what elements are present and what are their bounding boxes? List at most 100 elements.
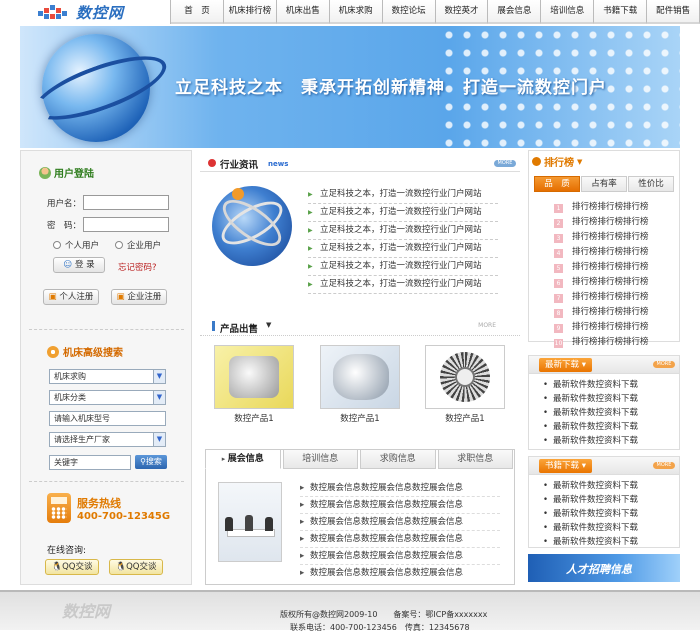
exhibition-item[interactable]: 数控展会信息数控展会信息数控展会信息 bbox=[300, 497, 500, 514]
ranking-tab-value[interactable]: 性价比 bbox=[628, 176, 674, 192]
login-button[interactable]: ☺ 登 录 bbox=[53, 257, 105, 273]
news-item[interactable]: 立足科技之本，打造一流数控行业门户网站 bbox=[308, 204, 498, 222]
model-input-placeholder: 请输入机床型号 bbox=[54, 414, 110, 423]
ranking-item[interactable]: 排行榜排行榜排行榜 bbox=[572, 215, 649, 230]
password-row: 密 码： bbox=[47, 217, 169, 232]
nav-exhibition[interactable]: 展会信息 bbox=[488, 0, 542, 24]
search-button[interactable]: ⚲搜索 bbox=[135, 455, 167, 469]
forgot-password-link[interactable]: 忘记密码? bbox=[118, 261, 157, 273]
nav-parts[interactable]: 配件销售 bbox=[647, 0, 700, 24]
product-caption[interactable]: 数控产品1 bbox=[425, 412, 505, 424]
ranking-item[interactable]: 排行榜排行榜排行榜 bbox=[572, 290, 649, 305]
ranking-item[interactable]: 排行榜排行榜排行榜 bbox=[572, 305, 649, 320]
register-icon: ▣ bbox=[48, 292, 57, 302]
ranking-item[interactable]: 排行榜排行榜排行榜 bbox=[572, 335, 649, 350]
username-row: 用户名： bbox=[47, 195, 169, 210]
nav-training[interactable]: 培训信息 bbox=[541, 0, 595, 24]
ranking-header: 排行榜 ▼ bbox=[532, 154, 582, 169]
logo-mark-icon bbox=[38, 2, 70, 22]
password-input[interactable] bbox=[83, 217, 169, 232]
download-item[interactable]: 最新软件数控资料下载 bbox=[543, 392, 638, 406]
hotline-number: 400-700-12345G bbox=[77, 511, 171, 522]
tab-jobs[interactable]: 求职信息 bbox=[437, 449, 513, 469]
product-image[interactable] bbox=[425, 345, 505, 409]
exhibition-item[interactable]: 数控展会信息数控展会信息数控展会信息 bbox=[300, 531, 500, 548]
products-more-link[interactable]: MORE bbox=[478, 322, 496, 329]
qq-chat-button-1[interactable]: 🐧QQ交谈 bbox=[45, 559, 99, 575]
book-item[interactable]: 最新软件数控资料下载 bbox=[543, 507, 638, 521]
rank-number: 2 bbox=[554, 219, 563, 228]
chevron-down-icon: ▼ bbox=[153, 391, 165, 404]
search-select-category[interactable]: 机床求购 ▼ bbox=[49, 369, 166, 384]
keyword-input[interactable]: 关键字 bbox=[49, 455, 131, 470]
download-item[interactable]: 最新软件数控资料下载 bbox=[543, 434, 638, 448]
tab-purchase[interactable]: 求购信息 bbox=[360, 449, 436, 469]
nav-ranking[interactable]: 机床排行榜 bbox=[223, 0, 277, 24]
exhibition-item[interactable]: 数控展会信息数控展会信息数控展会信息 bbox=[300, 514, 500, 531]
qq-chat-button-2[interactable]: 🐧QQ交谈 bbox=[109, 559, 163, 575]
search-button-label: 搜索 bbox=[145, 457, 162, 466]
ranking-item[interactable]: 排行榜排行榜排行榜 bbox=[572, 200, 649, 215]
footer-logo: 数控网 bbox=[62, 602, 111, 621]
download-item[interactable]: 最新软件数控资料下载 bbox=[543, 406, 638, 420]
user-icon bbox=[39, 166, 51, 179]
username-input[interactable] bbox=[83, 195, 169, 210]
news-item[interactable]: 立足科技之本，打造一流数控行业门户网站 bbox=[308, 258, 498, 276]
book-downloads-more[interactable]: MORE bbox=[653, 462, 675, 469]
news-item[interactable]: 立足科技之本，打造一流数控行业门户网站 bbox=[308, 222, 498, 240]
ranking-item[interactable]: 排行榜排行榜排行榜 bbox=[572, 245, 649, 260]
ranking-tab-quality[interactable]: 品 质 bbox=[534, 176, 580, 192]
book-item[interactable]: 最新软件数控资料下载 bbox=[543, 521, 638, 535]
personal-register-button[interactable]: ▣ 个人注册 bbox=[43, 289, 99, 305]
news-globe-image bbox=[212, 186, 292, 266]
nav-talent[interactable]: 数控英才 bbox=[435, 0, 489, 24]
news-more-button[interactable]: MORE bbox=[494, 160, 516, 167]
tab-training[interactable]: 培训信息 bbox=[282, 449, 358, 469]
ranking-tab-share[interactable]: 占有率 bbox=[581, 176, 627, 192]
book-item[interactable]: 最新软件数控资料下载 bbox=[543, 493, 638, 507]
rank-number: 8 bbox=[554, 309, 563, 318]
news-item[interactable]: 立足科技之本，打造一流数控行业门户网站 bbox=[308, 276, 498, 294]
ranking-item[interactable]: 排行榜排行榜排行榜 bbox=[572, 230, 649, 245]
book-item[interactable]: 最新软件数控资料下载 bbox=[543, 535, 638, 549]
rank-number: 9 bbox=[554, 324, 563, 333]
rank-number: 3 bbox=[554, 234, 563, 243]
product-image[interactable] bbox=[320, 345, 400, 409]
nav-machine-sale[interactable]: 机床出售 bbox=[276, 0, 330, 24]
exhibition-item[interactable]: 数控展会信息数控展会信息数控展会信息 bbox=[300, 565, 500, 582]
radio-company[interactable] bbox=[115, 241, 124, 249]
product-caption[interactable]: 数控产品1 bbox=[214, 412, 294, 424]
download-item[interactable]: 最新软件数控资料下载 bbox=[543, 378, 638, 392]
recruit-banner[interactable]: 人才招聘信息 bbox=[528, 554, 680, 582]
exhibition-item[interactable]: 数控展会信息数控展会信息数控展会信息 bbox=[300, 480, 500, 497]
exhibition-item[interactable]: 数控展会信息数控展会信息数控展会信息 bbox=[300, 548, 500, 565]
nav-machine-buy[interactable]: 机床求购 bbox=[329, 0, 383, 24]
news-item[interactable]: 立足科技之本，打造一流数控行业门户网站 bbox=[308, 186, 498, 204]
site-logo[interactable]: 数控网 bbox=[38, 2, 124, 22]
ranking-item[interactable]: 排行榜排行榜排行榜 bbox=[572, 275, 649, 290]
download-item[interactable]: 最新软件数控资料下载 bbox=[543, 420, 638, 434]
nav-books[interactable]: 书籍下载 bbox=[594, 0, 648, 24]
search-select-class[interactable]: 机床分类 ▼ bbox=[49, 390, 166, 405]
tab-exhibition[interactable]: ▸ 展会信息 bbox=[205, 449, 281, 469]
latest-downloads-more[interactable]: MORE bbox=[653, 361, 675, 368]
radio-personal[interactable] bbox=[53, 241, 61, 249]
ranking-item[interactable]: 排行榜排行榜排行榜 bbox=[572, 260, 649, 275]
product-image[interactable] bbox=[214, 345, 294, 409]
latest-downloads-title-text: 最新下载 bbox=[545, 360, 580, 370]
login-header: 用户登陆 bbox=[39, 165, 94, 180]
main-nav: 首 页 机床排行榜 机床出售 机床求购 数控论坛 数控英才 展会信息 培训信息 … bbox=[170, 0, 700, 24]
info-tabs: ▸ 展会信息 培训信息 求购信息 求职信息 bbox=[205, 449, 515, 469]
nav-forum[interactable]: 数控论坛 bbox=[382, 0, 436, 24]
search-select-manufacturer[interactable]: 请选择生产厂家 ▼ bbox=[49, 432, 166, 447]
nav-home[interactable]: 首 页 bbox=[171, 0, 224, 24]
news-subtitle: news bbox=[268, 160, 289, 168]
book-item[interactable]: 最新软件数控资料下载 bbox=[543, 479, 638, 493]
company-register-button[interactable]: ▣ 企业注册 bbox=[111, 289, 167, 305]
news-item[interactable]: 立足科技之本，打造一流数控行业门户网站 bbox=[308, 240, 498, 258]
model-input[interactable]: 请输入机床型号 bbox=[49, 411, 166, 426]
product-caption[interactable]: 数控产品1 bbox=[320, 412, 400, 424]
keyword-input-placeholder: 关键字 bbox=[54, 458, 78, 467]
ranking-item[interactable]: 排行榜排行榜排行榜 bbox=[572, 320, 649, 335]
radio-company-label: 企业用户 bbox=[127, 241, 162, 251]
